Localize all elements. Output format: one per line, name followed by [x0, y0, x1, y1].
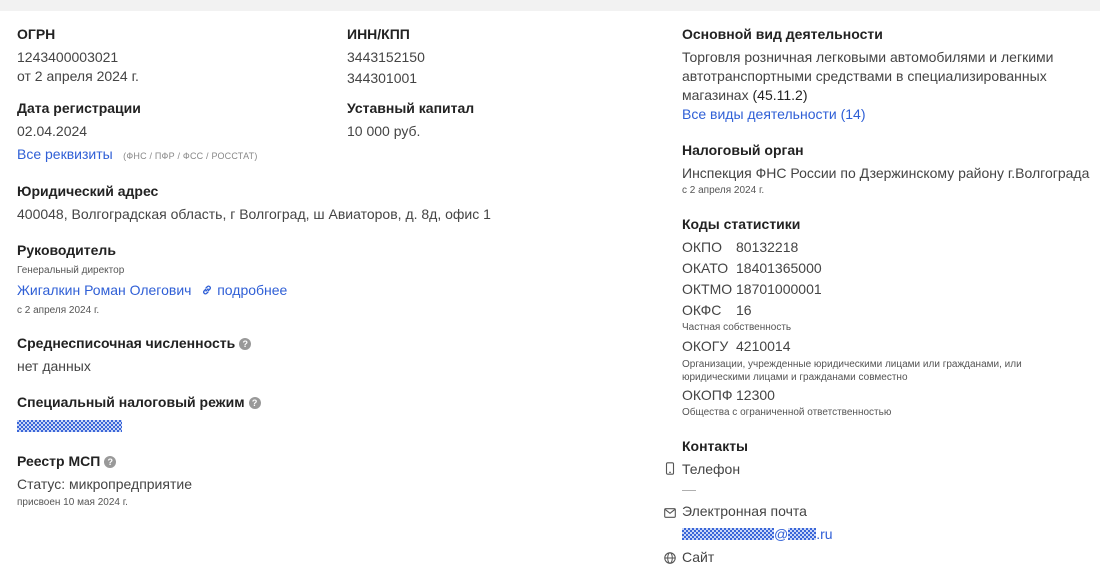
- head-more-link[interactable]: подробнее: [201, 282, 287, 298]
- stat-value: 80132218: [736, 239, 799, 255]
- tax-office-label: Налоговый орган: [682, 142, 804, 158]
- headcount-row: Среднесписочная численность?: [17, 334, 252, 352]
- head-label: Руководитель: [17, 242, 116, 258]
- stat-okato: ОКАТО 18401365000: [682, 258, 822, 278]
- email-at: @: [774, 526, 789, 542]
- stat-value: 12300: [736, 387, 775, 403]
- head-since: с 2 апреля 2024 г.: [17, 305, 100, 316]
- activity-line-2: автотранспортными средствами в специализ…: [682, 68, 1047, 84]
- msp-row: Реестр МСП?: [17, 452, 117, 470]
- email-link[interactable]: @ .ru: [682, 524, 833, 544]
- stat-code: ОКАТО: [682, 260, 729, 276]
- head-position: Генеральный директор: [17, 265, 125, 276]
- stat-okopf: ОКОПФ 12300: [682, 385, 775, 405]
- email-label: Электронная почта: [682, 503, 807, 519]
- tax-regime-hidden-value[interactable]: [17, 418, 122, 436]
- stat-okogu-desc-2: юридическими лицами и гражданами совмест…: [682, 372, 908, 383]
- head-row: Жигалкин Роман Олегович подробнее: [17, 280, 287, 300]
- activity-code: (45.11.2): [752, 87, 808, 103]
- phone-icon: [665, 462, 675, 480]
- all-requisites-link[interactable]: Все реквизиты: [17, 146, 113, 162]
- stat-value: 18401365000: [736, 260, 822, 276]
- capital-value: 10 000 руб.: [347, 123, 421, 139]
- ogrn-label: ОГРН: [17, 26, 56, 42]
- capital-label: Уставный капитал: [347, 100, 475, 116]
- stat-okfs: ОКФС 16: [682, 300, 752, 320]
- ogrn-value: 1243400003021: [17, 49, 119, 65]
- stat-value: 16: [736, 302, 752, 318]
- stat-code: ОКФС: [682, 302, 722, 318]
- stat-code: ОКПО: [682, 239, 722, 255]
- headcount-value: нет данных: [17, 358, 91, 374]
- help-icon[interactable]: ?: [239, 338, 252, 350]
- requisites-note: (ФНС / ПФР / ФСС / РОССТАТ): [123, 151, 258, 161]
- email-tld: .ru: [816, 526, 833, 542]
- activity-line-3: магазинах (45.11.2): [682, 85, 808, 105]
- help-icon[interactable]: ?: [248, 397, 261, 409]
- globe-icon: [664, 551, 676, 569]
- stat-oktmo: ОКТМО 18701000001: [682, 279, 822, 299]
- phone-label: Телефон: [682, 461, 741, 477]
- stats-label: Коды статистики: [682, 216, 801, 232]
- stat-code: ОКОПФ: [682, 387, 733, 403]
- tax-office-value: Инспекция ФНС России по Дзержинскому рай…: [682, 165, 1090, 181]
- inn-kpp-label: ИНН/КПП: [347, 26, 410, 42]
- stat-okfs-desc: Частная собственность: [682, 322, 792, 333]
- address-label: Юридический адрес: [17, 183, 159, 199]
- activity-line-3-text: магазинах: [682, 87, 749, 103]
- email-blurred-user: [682, 528, 774, 540]
- stat-value: 4210014: [736, 338, 791, 354]
- help-icon[interactable]: ?: [104, 456, 117, 468]
- site-label: Сайт: [682, 549, 715, 565]
- all-activities-link[interactable]: Все виды деятельности (14): [682, 104, 866, 124]
- msp-label: Реестр МСП: [17, 453, 101, 469]
- reg-date-label: Дата регистрации: [17, 100, 141, 116]
- stat-value: 18701000001: [736, 281, 822, 297]
- requisites-row: Все реквизиты (ФНС / ПФР / ФСС / РОССТАТ…: [17, 144, 258, 164]
- phone-value: —: [682, 481, 696, 497]
- kpp-value: 344301001: [347, 70, 418, 86]
- ogrn-date: от 2 апреля 2024 г.: [17, 68, 139, 84]
- stat-code: ОКТМО: [682, 281, 733, 297]
- blurred-placeholder: [17, 420, 122, 432]
- head-name-link[interactable]: Жигалкин Роман Олегович: [17, 282, 191, 298]
- stat-okpo: ОКПО 80132218: [682, 237, 798, 257]
- stat-okopf-desc: Общества с ограниченной ответственностью: [682, 407, 892, 418]
- address-value: 400048, Волгоградская область, г Волгогр…: [17, 206, 491, 222]
- tax-regime-label: Специальный налоговый режим: [17, 394, 245, 410]
- activity-label: Основной вид деятельности: [682, 26, 883, 42]
- msp-status: Статус: микропредприятие: [17, 476, 192, 492]
- tax-regime-row: Специальный налоговый режим?: [17, 393, 261, 411]
- top-strip: [0, 0, 1100, 11]
- mail-icon: [664, 505, 676, 523]
- msp-assigned: присвоен 10 мая 2024 г.: [17, 497, 128, 508]
- head-more-label: подробнее: [217, 282, 288, 298]
- tax-office-since: с 2 апреля 2024 г.: [682, 185, 765, 196]
- headcount-label: Среднесписочная численность: [17, 335, 236, 351]
- link-icon: [203, 285, 212, 295]
- stat-okogu: ОКОГУ 4210014: [682, 336, 791, 356]
- email-blurred-domain: [788, 528, 817, 540]
- stat-code: ОКОГУ: [682, 338, 729, 354]
- inn-value: 3443152150: [347, 49, 425, 65]
- stat-okogu-desc-1: Организации, учрежденные юридическими ли…: [682, 359, 1022, 370]
- reg-date-value: 02.04.2024: [17, 123, 88, 139]
- activity-line-1: Торговля розничная легковыми автомобилям…: [682, 49, 1054, 65]
- contacts-label: Контакты: [682, 438, 749, 454]
